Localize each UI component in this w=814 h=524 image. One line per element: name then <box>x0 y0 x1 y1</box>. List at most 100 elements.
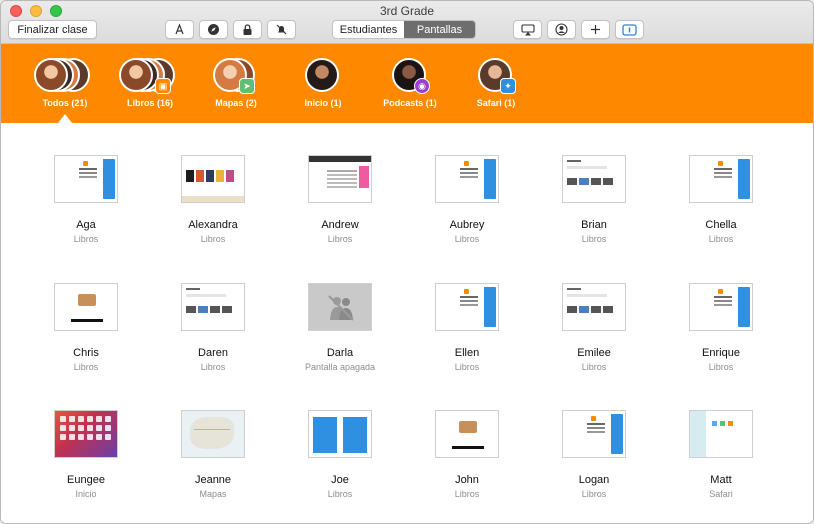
student-screens-grid: Aga Libros Alexandra Libros Andrew Libro… <box>1 124 813 523</box>
student-tile[interactable]: John Libros <box>412 410 522 499</box>
group-avatars <box>278 58 368 96</box>
student-app: Mapas <box>199 489 227 499</box>
student-name: Emilee <box>577 347 611 359</box>
student-tile[interactable]: Aga Libros <box>31 155 141 244</box>
student-tile[interactable]: Chella Libros <box>666 155 776 244</box>
group-home[interactable]: Inicio (1) <box>278 58 368 108</box>
student-app: Libros <box>200 362 226 372</box>
screen-thumbnail <box>54 155 118 203</box>
screen-thumbnail <box>689 410 753 458</box>
student-app: Libros <box>327 489 353 499</box>
student-name: Brian <box>581 219 607 231</box>
group-label: Safari (1) <box>476 98 516 108</box>
student-tile[interactable]: Chris Libros <box>31 283 141 372</box>
airplay-icon <box>520 23 535 35</box>
student-name: Daren <box>198 347 228 359</box>
navigate-button[interactable] <box>199 20 228 39</box>
student-app: Pantalla apagada <box>304 362 376 372</box>
group-books[interactable]: ▣ Libros (16) <box>105 58 195 108</box>
screen-thumbnail <box>54 410 118 458</box>
screen-thumbnail <box>181 155 245 203</box>
student-tile[interactable]: Alexandra Libros <box>158 155 268 244</box>
screen-thumbnail <box>689 155 753 203</box>
student-tile[interactable]: Jeanne Mapas <box>158 410 268 499</box>
student-name: Andrew <box>321 219 359 231</box>
title-bar: 3rd Grade Finalizar clase Estudiantes Pa… <box>1 1 813 44</box>
screen-thumbnail <box>435 283 499 331</box>
student-tile[interactable]: Emilee Libros <box>539 283 649 372</box>
plus-icon <box>591 25 600 34</box>
selected-group-indicator <box>58 114 72 123</box>
screens-view-button[interactable] <box>615 20 644 39</box>
student-name: Enrique <box>702 347 740 359</box>
student-tile[interactable]: Logan Libros <box>539 410 649 499</box>
student-app: Inicio <box>75 489 97 499</box>
student-name: Ellen <box>454 347 480 359</box>
safari-app-icon: ✦ <box>500 78 516 94</box>
tab-students[interactable]: Estudiantes <box>333 21 404 38</box>
student-tile[interactable]: Ellen Libros <box>412 283 522 372</box>
window-title: 3rd Grade <box>379 4 435 18</box>
view-segmented-control: Estudiantes Pantallas <box>332 20 476 39</box>
student-tile[interactable]: Matt Safari <box>666 410 776 499</box>
student-tile[interactable]: Brian Libros <box>539 155 649 244</box>
student-app: Libros <box>708 362 734 372</box>
student-name: Aubrey <box>449 219 485 231</box>
student-name: Matt <box>710 474 732 486</box>
group-label: Libros (16) <box>126 98 173 108</box>
student-name: Chella <box>705 219 737 231</box>
group-all[interactable]: Todos (21) <box>20 58 110 108</box>
student-name: Joe <box>331 474 349 486</box>
open-app-button[interactable] <box>165 20 194 39</box>
student-app: Libros <box>581 362 607 372</box>
end-class-button[interactable]: Finalizar clase <box>8 20 97 39</box>
group-avatars <box>20 58 110 96</box>
student-app: Libros <box>708 234 734 244</box>
screen-thumbnail <box>562 410 626 458</box>
student-name: Eungee <box>67 474 105 486</box>
student-button[interactable] <box>547 20 576 39</box>
student-tile[interactable]: Aubrey Libros <box>412 155 522 244</box>
student-app: Libros <box>581 489 607 499</box>
student-name: Aga <box>76 219 96 231</box>
student-app: Libros <box>454 362 480 372</box>
bell-slash-icon <box>276 24 287 35</box>
maps-app-icon: ➤ <box>239 78 255 94</box>
screen-thumbnail <box>308 410 372 458</box>
student-app: Libros <box>581 234 607 244</box>
group-label: Inicio (1) <box>304 98 342 108</box>
student-app: Safari <box>709 489 733 499</box>
group-avatars: ▣ <box>105 58 195 96</box>
screen-thumbnail <box>562 283 626 331</box>
app-groups-bar: Todos (21) ▣ Libros (16) ➤ Mapas (2) Ini… <box>1 44 813 123</box>
podcasts-app-icon: ◉ <box>414 78 430 94</box>
mute-button[interactable] <box>267 20 296 39</box>
classroom-window: 3rd Grade Finalizar clase Estudiantes Pa… <box>0 0 814 524</box>
lock-button[interactable] <box>233 20 262 39</box>
screen-thumbnail <box>308 283 372 331</box>
student-tile[interactable]: Daren Libros <box>158 283 268 372</box>
student-tile[interactable]: Joe Libros <box>285 410 395 499</box>
student-app: Libros <box>454 234 480 244</box>
airplay-button[interactable] <box>513 20 542 39</box>
tab-screens[interactable]: Pantallas <box>404 21 475 38</box>
student-app: Libros <box>73 362 99 372</box>
group-label: Todos (21) <box>42 98 88 108</box>
person-circle-icon <box>555 23 568 36</box>
student-tile[interactable]: Darla Pantalla apagada <box>285 283 395 372</box>
group-avatars: ➤ <box>191 58 281 96</box>
group-podcasts[interactable]: ◉ Podcasts (1) <box>365 58 455 108</box>
add-button[interactable] <box>581 20 610 39</box>
student-app: Libros <box>327 234 353 244</box>
student-tile[interactable]: Andrew Libros <box>285 155 395 244</box>
student-tile[interactable]: Enrique Libros <box>666 283 776 372</box>
group-avatars: ◉ <box>365 58 455 96</box>
student-tile[interactable]: Eungee Inicio <box>31 410 141 499</box>
screen-thumbnail <box>54 283 118 331</box>
student-name: John <box>455 474 479 486</box>
student-app: Libros <box>73 234 99 244</box>
group-safari[interactable]: ✦ Safari (1) <box>451 58 541 108</box>
student-name: Chris <box>73 347 99 359</box>
screen-thumbnail <box>689 283 753 331</box>
group-maps[interactable]: ➤ Mapas (2) <box>191 58 281 108</box>
